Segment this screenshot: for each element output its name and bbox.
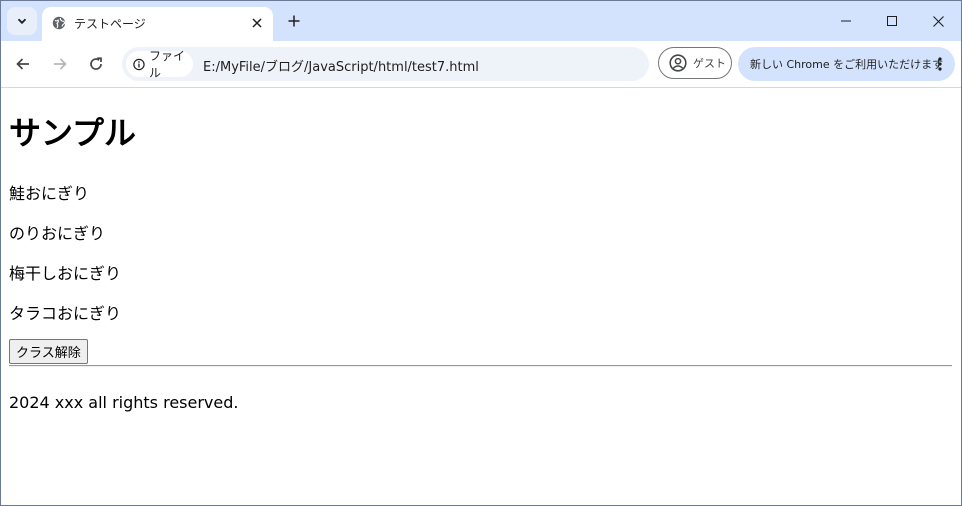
minimize-button[interactable] — [823, 1, 869, 41]
plus-icon — [288, 15, 300, 27]
menu-button[interactable] — [933, 56, 947, 72]
new-tab-button[interactable] — [284, 11, 304, 31]
guest-profile-button[interactable]: ゲスト — [658, 47, 732, 79]
guest-label: ゲスト — [693, 57, 726, 70]
minimize-icon — [841, 20, 851, 22]
list-item: のりおにぎり — [9, 224, 106, 243]
arrow-left-icon — [16, 58, 29, 70]
list-item: 梅干しおにぎり — [9, 264, 122, 283]
tab-active[interactable]: テストページ — [42, 7, 273, 41]
remove-class-button[interactable]: クラス解除 — [9, 339, 88, 364]
site-info-label: ファイル — [148, 49, 185, 80]
globe-icon — [52, 16, 66, 30]
close-icon — [932, 15, 944, 27]
forward-button[interactable] — [48, 52, 72, 76]
tab-strip: テストページ — [1, 1, 961, 41]
close-icon — [252, 18, 262, 28]
url-text[interactable]: E:/MyFile/ブログ/JavaScript/html/test7.html — [203, 56, 479, 75]
chevron-down-icon — [17, 18, 27, 25]
reload-button[interactable] — [84, 52, 108, 76]
maximize-button[interactable] — [869, 1, 915, 41]
close-window-button[interactable] — [915, 1, 961, 41]
address-bar[interactable]: ファイル E:/MyFile/ブログ/JavaScript/html/test7… — [122, 47, 649, 81]
tab-title: テストページ — [74, 17, 146, 31]
list-item: タラコおにぎり — [9, 304, 122, 323]
page-content: サンプル 鮭おにぎり のりおにぎり 梅干しおにぎり タラコおにぎり クラス解除 … — [1, 88, 961, 505]
arrow-right-icon — [54, 58, 67, 70]
list-item: 鮭おにぎり — [9, 184, 90, 203]
maximize-icon — [887, 16, 897, 26]
info-icon — [133, 58, 145, 70]
more-vert-icon — [938, 57, 942, 71]
browser-window: テストページ ファイル E:/MyFile/ブログ/JavaScript/htm… — [0, 0, 962, 506]
site-info-chip[interactable]: ファイル — [126, 49, 193, 80]
update-chrome-button[interactable]: 新しい Chrome をご利用いただけます — [738, 47, 955, 81]
reload-icon — [90, 57, 102, 70]
back-button[interactable] — [11, 52, 35, 76]
update-label: 新しい Chrome をご利用いただけます — [750, 58, 944, 71]
profile-icon — [669, 54, 687, 72]
footer-text: 2024 xxx all rights reserved. — [9, 393, 239, 412]
close-tab-button[interactable] — [249, 15, 265, 31]
toolbar: ファイル E:/MyFile/ブログ/JavaScript/html/test7… — [1, 41, 961, 88]
tab-search-button[interactable] — [7, 7, 37, 35]
divider — [9, 365, 952, 367]
page-heading: サンプル — [9, 114, 137, 152]
